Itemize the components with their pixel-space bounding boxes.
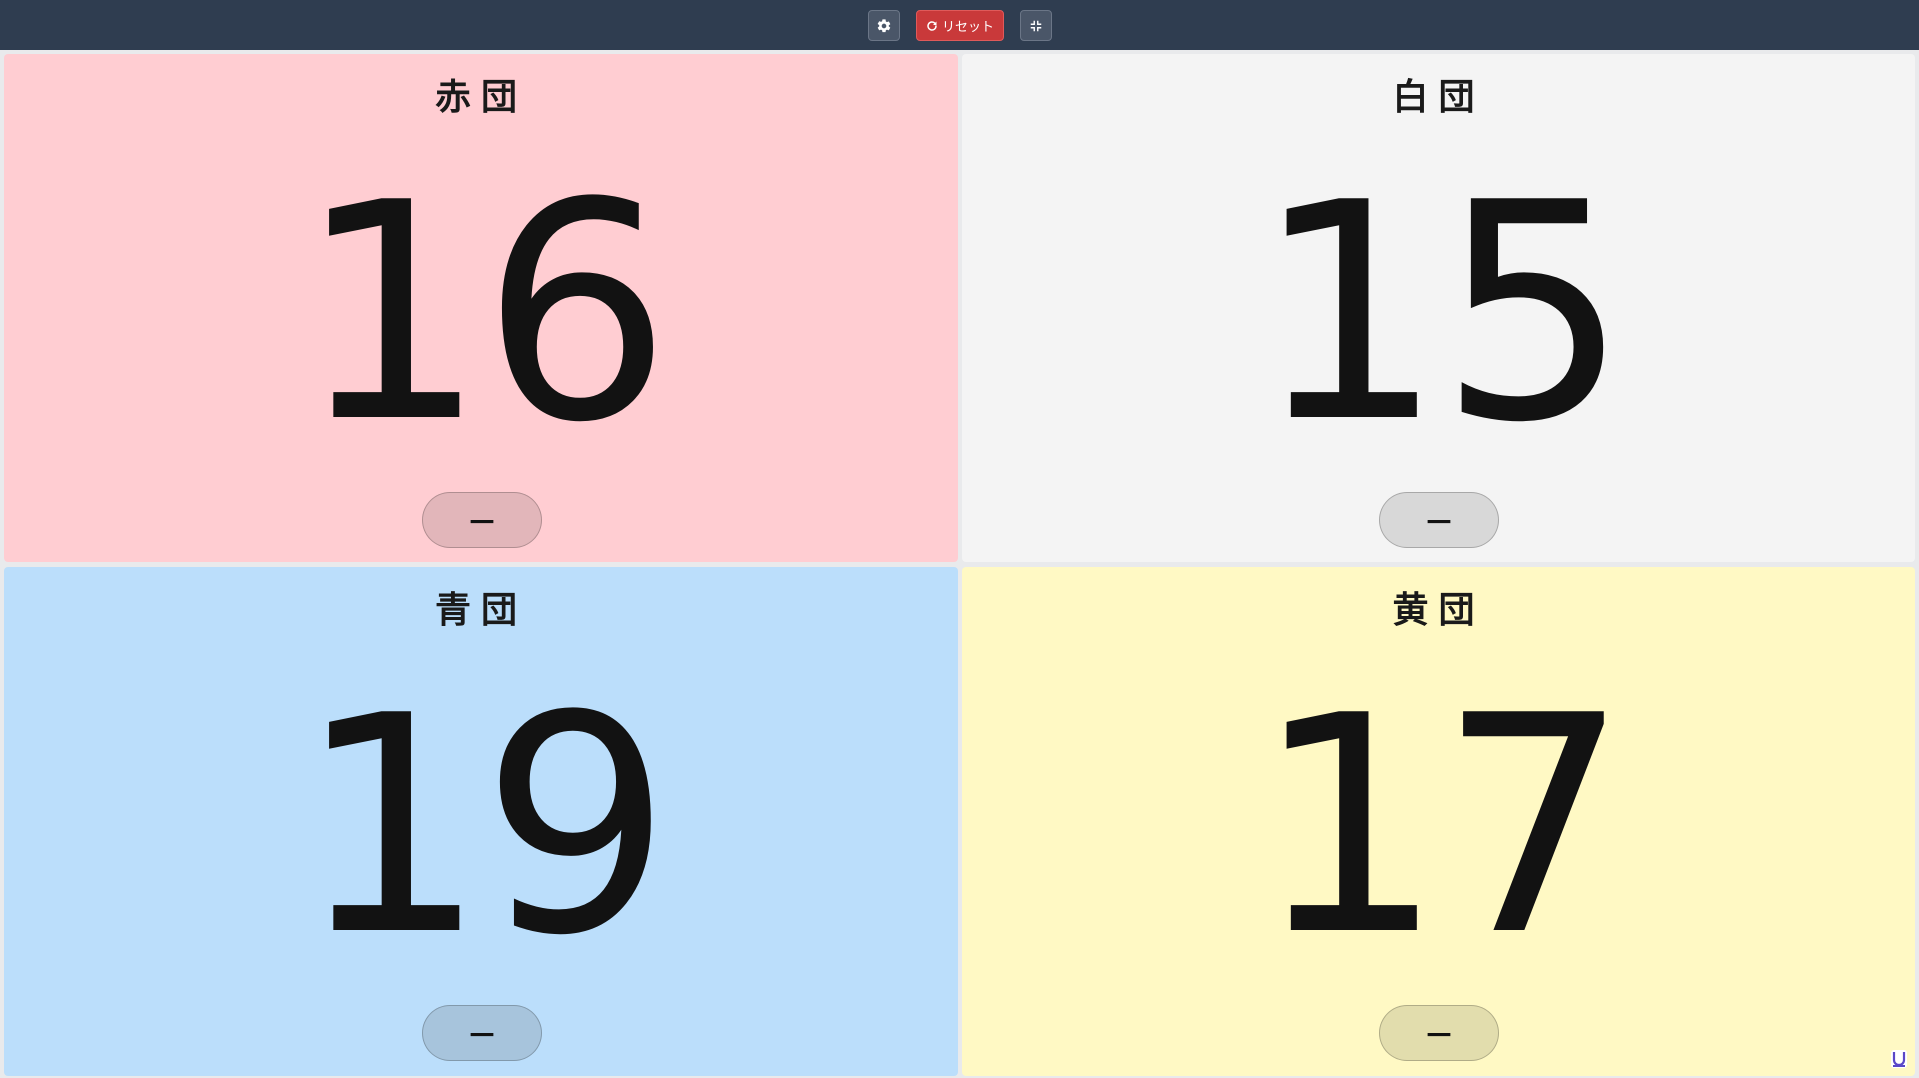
extension-logo-icon [1891, 1050, 1907, 1068]
gear-icon [877, 18, 891, 32]
exit-fullscreen-button[interactable] [1020, 10, 1052, 41]
team-name: 青団 [434, 590, 527, 631]
team-score[interactable]: 17 [962, 677, 1915, 977]
exit-fullscreen-icon [1030, 20, 1042, 31]
team-score[interactable]: 16 [4, 164, 958, 464]
top-toolbar: リセット [0, 0, 1919, 50]
team-panel-blue: 青団 19 － [4, 567, 958, 1076]
team-panel-yellow: 黄団 17 － [962, 567, 1915, 1076]
team-panel-red: 赤団 16 － [4, 54, 958, 562]
reset-label: リセット [941, 20, 994, 35]
decrement-button[interactable]: － [422, 492, 542, 548]
team-name: 黄団 [1392, 590, 1485, 631]
decrement-button[interactable]: － [1379, 1005, 1499, 1061]
team-name: 赤団 [434, 77, 527, 118]
refresh-icon [927, 20, 937, 31]
decrement-button[interactable]: － [422, 1005, 542, 1061]
team-panel-white: 白団 15 － [962, 54, 1915, 562]
decrement-button[interactable]: － [1379, 492, 1499, 548]
team-name: 白団 [1392, 77, 1485, 118]
settings-button[interactable] [868, 10, 900, 41]
reset-button[interactable]: リセット [916, 10, 1004, 41]
team-score[interactable]: 15 [962, 164, 1915, 464]
team-score[interactable]: 19 [4, 677, 958, 977]
